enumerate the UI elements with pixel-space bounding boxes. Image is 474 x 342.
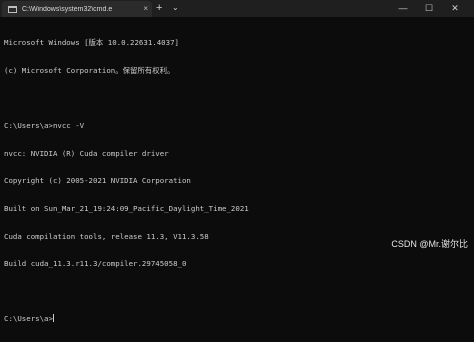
minimize-button[interactable]: —	[390, 0, 416, 17]
close-button[interactable]: ✕	[442, 0, 468, 17]
watermark: CSDN @Mr.谢尔比	[391, 239, 468, 249]
tab-dropdown-icon[interactable]: ⌄	[172, 3, 179, 13]
terminal-line: Copyright (c) 2005-2021 NVIDIA Corporati…	[4, 176, 191, 186]
new-tab-button[interactable]: +	[156, 2, 162, 14]
terminal-prompt-line[interactable]: C:\Users\a>	[4, 314, 470, 323]
terminal-window: C:\Windows\system32\cmd.e × + ⌄ — ☐ ✕ Mi…	[0, 0, 474, 323]
tab-close-icon[interactable]: ×	[143, 4, 148, 13]
title-bar: C:\Windows\system32\cmd.e × + ⌄ — ☐ ✕	[0, 0, 474, 17]
terminal-icon	[8, 5, 17, 13]
terminal-output[interactable]: Microsoft Windows [版本 10.0.22631.4037] (…	[4, 20, 470, 342]
terminal-line: Built on Sun_Mar_21_19:24:09_Pacific_Day…	[4, 203, 249, 213]
text-cursor	[52, 314, 54, 323]
terminal-line: C:\Users\a>nvcc -V	[4, 121, 85, 131]
terminal-prompt: C:\Users\a>	[4, 314, 53, 324]
maximize-button[interactable]: ☐	[416, 0, 442, 17]
terminal-line: nvcc: NVIDIA (R) Cuda compiler driver	[4, 148, 169, 158]
terminal-line: Build cuda_11.3.r11.3/compiler.29745058_…	[4, 259, 187, 269]
window-controls: — ☐ ✕	[390, 0, 468, 17]
tab-title: C:\Windows\system32\cmd.e	[22, 5, 113, 13]
terminal-line: (c) Microsoft Corporation。保留所有权利。	[4, 66, 175, 75]
terminal-line: Microsoft Windows [版本 10.0.22631.4037]	[4, 38, 179, 48]
tab-cmd[interactable]: C:\Windows\system32\cmd.e ×	[2, 1, 152, 17]
